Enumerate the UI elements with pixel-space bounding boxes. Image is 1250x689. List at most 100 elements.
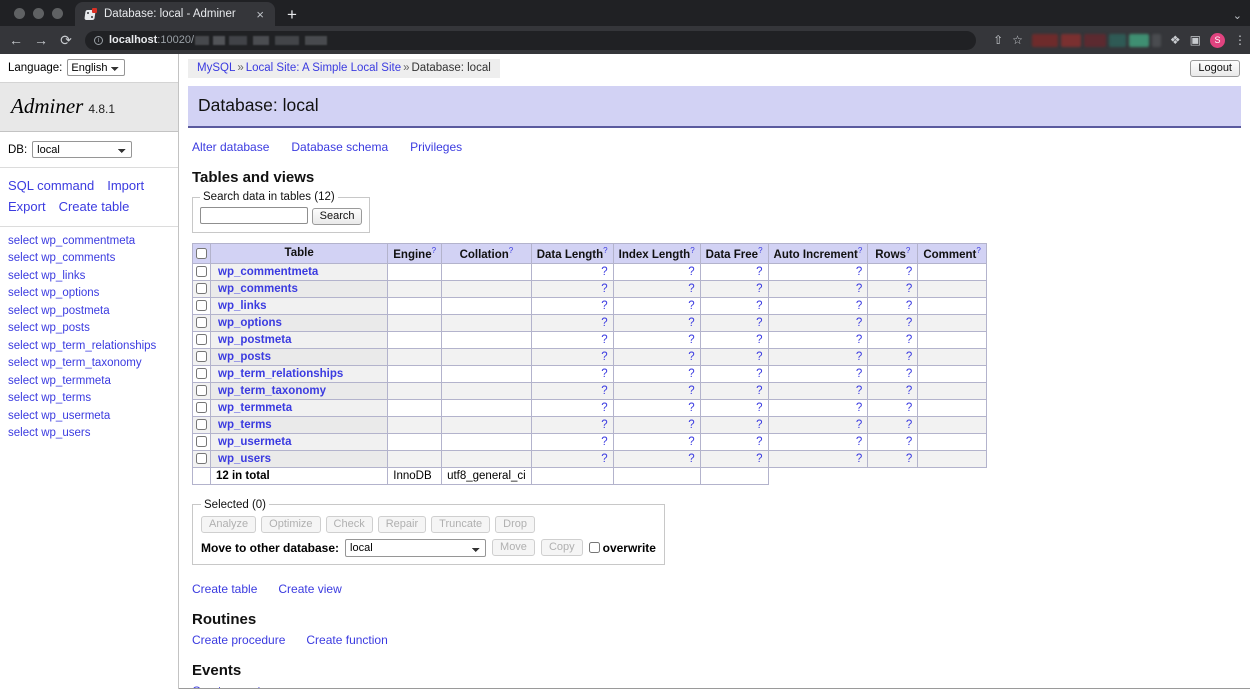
cell-value-link[interactable]: ? bbox=[856, 385, 862, 397]
table-name-link[interactable]: wp_options bbox=[218, 317, 282, 329]
close-tab-icon[interactable]: × bbox=[253, 8, 267, 21]
cell-value-link[interactable]: ? bbox=[856, 368, 862, 380]
minimize-window-button[interactable] bbox=[33, 8, 44, 19]
cell-value-link[interactable]: ? bbox=[601, 266, 607, 278]
cell-value-link[interactable]: ? bbox=[906, 266, 912, 278]
sidebar-item-wp_comments[interactable]: select wp_comments bbox=[8, 250, 170, 267]
breadcrumb-server-link[interactable]: MySQL bbox=[197, 62, 235, 74]
cell-value-link[interactable]: ? bbox=[688, 283, 694, 295]
cell-value-link[interactable]: ? bbox=[601, 283, 607, 295]
sidebar-item-wp_commentmeta[interactable]: select wp_commentmeta bbox=[8, 233, 170, 250]
cell-value-link[interactable]: ? bbox=[756, 385, 762, 397]
col-header-engine[interactable]: Engine? bbox=[388, 244, 442, 264]
cell-value-link[interactable]: ? bbox=[856, 334, 862, 346]
cell-value-link[interactable]: ? bbox=[756, 266, 762, 278]
search-input[interactable] bbox=[200, 207, 308, 224]
cell-value-link[interactable]: ? bbox=[906, 317, 912, 329]
cell-value-link[interactable]: ? bbox=[906, 436, 912, 448]
row-checkbox[interactable] bbox=[196, 266, 207, 277]
cell-value-link[interactable]: ? bbox=[688, 334, 694, 346]
table-name-link[interactable]: wp_commentmeta bbox=[218, 266, 318, 278]
cell-value-link[interactable]: ? bbox=[688, 436, 694, 448]
cell-value-link[interactable]: ? bbox=[756, 317, 762, 329]
cell-value-link[interactable]: ? bbox=[906, 419, 912, 431]
cell-value-link[interactable]: ? bbox=[601, 351, 607, 363]
site-info-icon[interactable]: i bbox=[94, 36, 103, 45]
cell-value-link[interactable]: ? bbox=[856, 266, 862, 278]
col-header-index-length[interactable]: Index Length? bbox=[613, 244, 700, 264]
overwrite-checkbox[interactable] bbox=[589, 542, 600, 553]
sidebar-item-wp_terms[interactable]: select wp_terms bbox=[8, 390, 170, 407]
cell-value-link[interactable]: ? bbox=[601, 385, 607, 397]
cell-value-link[interactable]: ? bbox=[688, 385, 694, 397]
table-name-link[interactable]: wp_users bbox=[218, 453, 271, 465]
database-schema-link[interactable]: Database schema bbox=[291, 140, 388, 154]
sidebar-item-wp_links[interactable]: select wp_links bbox=[8, 268, 170, 285]
row-checkbox[interactable] bbox=[196, 351, 207, 362]
engine-help-icon[interactable]: ? bbox=[432, 246, 436, 255]
cell-value-link[interactable]: ? bbox=[601, 334, 607, 346]
collation-help-icon[interactable]: ? bbox=[509, 246, 513, 255]
cell-value-link[interactable]: ? bbox=[756, 419, 762, 431]
truncate-button[interactable]: Truncate bbox=[431, 516, 490, 533]
sidebar-item-wp_termmeta[interactable]: select wp_termmeta bbox=[8, 373, 170, 390]
cell-value-link[interactable]: ? bbox=[756, 334, 762, 346]
maximize-window-button[interactable] bbox=[52, 8, 63, 19]
cell-value-link[interactable]: ? bbox=[688, 317, 694, 329]
row-checkbox[interactable] bbox=[196, 334, 207, 345]
logout-button[interactable]: Logout bbox=[1190, 60, 1240, 77]
cell-value-link[interactable]: ? bbox=[601, 368, 607, 380]
comment-help-icon[interactable]: ? bbox=[976, 246, 980, 255]
cell-value-link[interactable]: ? bbox=[688, 402, 694, 414]
chevron-down-icon[interactable]: ⌄ bbox=[1233, 9, 1242, 22]
cell-value-link[interactable]: ? bbox=[906, 334, 912, 346]
row-checkbox[interactable] bbox=[196, 317, 207, 328]
cell-value-link[interactable]: ? bbox=[856, 283, 862, 295]
col-header-rows[interactable]: Rows? bbox=[868, 244, 918, 264]
create-procedure-link[interactable]: Create procedure bbox=[192, 633, 285, 647]
reload-icon[interactable]: ⟳ bbox=[58, 33, 74, 47]
cell-value-link[interactable]: ? bbox=[906, 402, 912, 414]
new-tab-icon[interactable]: + bbox=[287, 6, 297, 23]
cell-value-link[interactable]: ? bbox=[601, 419, 607, 431]
col-header-data-length[interactable]: Data Length? bbox=[531, 244, 613, 264]
move-button[interactable]: Move bbox=[492, 539, 535, 556]
create-function-link[interactable]: Create function bbox=[306, 633, 387, 647]
sidebar-item-wp_postmeta[interactable]: select wp_postmeta bbox=[8, 303, 170, 320]
row-checkbox[interactable] bbox=[196, 402, 207, 413]
cell-value-link[interactable]: ? bbox=[906, 453, 912, 465]
side-panel-icon[interactable]: ▣ bbox=[1190, 34, 1201, 46]
row-checkbox[interactable] bbox=[196, 283, 207, 294]
cell-value-link[interactable]: ? bbox=[756, 436, 762, 448]
optimize-button[interactable]: Optimize bbox=[261, 516, 320, 533]
row-checkbox[interactable] bbox=[196, 436, 207, 447]
cell-value-link[interactable]: ? bbox=[688, 351, 694, 363]
analyze-button[interactable]: Analyze bbox=[201, 516, 256, 533]
index-length-help-icon[interactable]: ? bbox=[690, 246, 694, 255]
sidebar-item-wp_term_relationships[interactable]: select wp_term_relationships bbox=[8, 338, 170, 355]
sidebar-sql-command-link[interactable]: SQL command bbox=[8, 178, 94, 193]
forward-icon[interactable]: → bbox=[33, 33, 49, 47]
cell-value-link[interactable]: ? bbox=[601, 317, 607, 329]
select-all-checkbox[interactable] bbox=[196, 248, 207, 259]
cell-value-link[interactable]: ? bbox=[856, 317, 862, 329]
cell-value-link[interactable]: ? bbox=[856, 419, 862, 431]
data-free-help-icon[interactable]: ? bbox=[758, 246, 762, 255]
alter-database-link[interactable]: Alter database bbox=[192, 140, 269, 154]
col-header-auto-increment[interactable]: Auto Increment? bbox=[768, 244, 868, 264]
cell-value-link[interactable]: ? bbox=[601, 300, 607, 312]
col-header-collation[interactable]: Collation? bbox=[442, 244, 532, 264]
table-name-link[interactable]: wp_links bbox=[218, 300, 267, 312]
cell-value-link[interactable]: ? bbox=[601, 402, 607, 414]
check-button[interactable]: Check bbox=[326, 516, 373, 533]
cell-value-link[interactable]: ? bbox=[688, 368, 694, 380]
auto-increment-help-icon[interactable]: ? bbox=[858, 246, 862, 255]
table-name-link[interactable]: wp_usermeta bbox=[218, 436, 292, 448]
rows-help-icon[interactable]: ? bbox=[906, 246, 910, 255]
cell-value-link[interactable]: ? bbox=[601, 436, 607, 448]
cell-value-link[interactable]: ? bbox=[906, 283, 912, 295]
cell-value-link[interactable]: ? bbox=[756, 351, 762, 363]
cell-value-link[interactable]: ? bbox=[856, 300, 862, 312]
cell-value-link[interactable]: ? bbox=[601, 453, 607, 465]
privileges-link[interactable]: Privileges bbox=[410, 140, 462, 154]
